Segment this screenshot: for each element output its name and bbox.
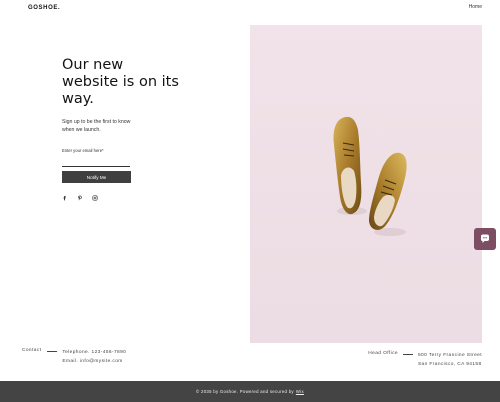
instagram-icon[interactable] xyxy=(92,195,98,201)
hero-product-image xyxy=(250,25,482,343)
site-footer: © 2035 by Goshoe. Powered and secured by… xyxy=(0,381,500,402)
office-label: Head Office xyxy=(368,351,398,356)
notify-me-button[interactable]: Notify Me xyxy=(62,171,131,183)
contact-telephone: Telephone. 123-456-7890 xyxy=(62,350,127,355)
facebook-icon[interactable] xyxy=(62,195,68,201)
contact-info: Telephone. 123-456-7890 Email. info@mysi… xyxy=(62,348,126,366)
hero-headline: Our new website is on its way. xyxy=(62,57,179,107)
chat-button[interactable] xyxy=(474,228,496,250)
divider xyxy=(402,354,413,355)
office-address: 500 Terry Francine Street San Francisco,… xyxy=(418,351,482,369)
email-field-label: Enter your email here* xyxy=(62,148,104,153)
email-field[interactable] xyxy=(62,157,130,167)
contact-email[interactable]: Email. info@mysite.com xyxy=(62,357,126,366)
office-address-line2: San Francisco, CA 94158 xyxy=(417,362,482,367)
nav-home-link[interactable]: Home xyxy=(469,4,482,10)
hero-section: Our new website is on its way. Sign up t… xyxy=(0,0,250,345)
gold-oxford-shoes-image xyxy=(333,116,407,236)
contact-label: Contact xyxy=(22,348,42,353)
contact-block: Contact Telephone. 123-456-7890 Email. i… xyxy=(22,348,126,366)
office-block: Head Office 500 Terry Francine Street Sa… xyxy=(368,351,482,369)
divider xyxy=(47,351,58,352)
chat-bubble-icon xyxy=(481,234,489,243)
social-bar xyxy=(62,195,98,201)
hero-subtext: Sign up to be the first to know when we … xyxy=(62,119,131,134)
office-address-line1: 500 Terry Francine Street xyxy=(417,353,482,358)
footer-text: © 2035 by Goshoe. Powered and secured by xyxy=(196,389,294,394)
footer-wix-link[interactable]: Wix xyxy=(296,389,304,394)
pinterest-icon[interactable] xyxy=(77,195,83,201)
